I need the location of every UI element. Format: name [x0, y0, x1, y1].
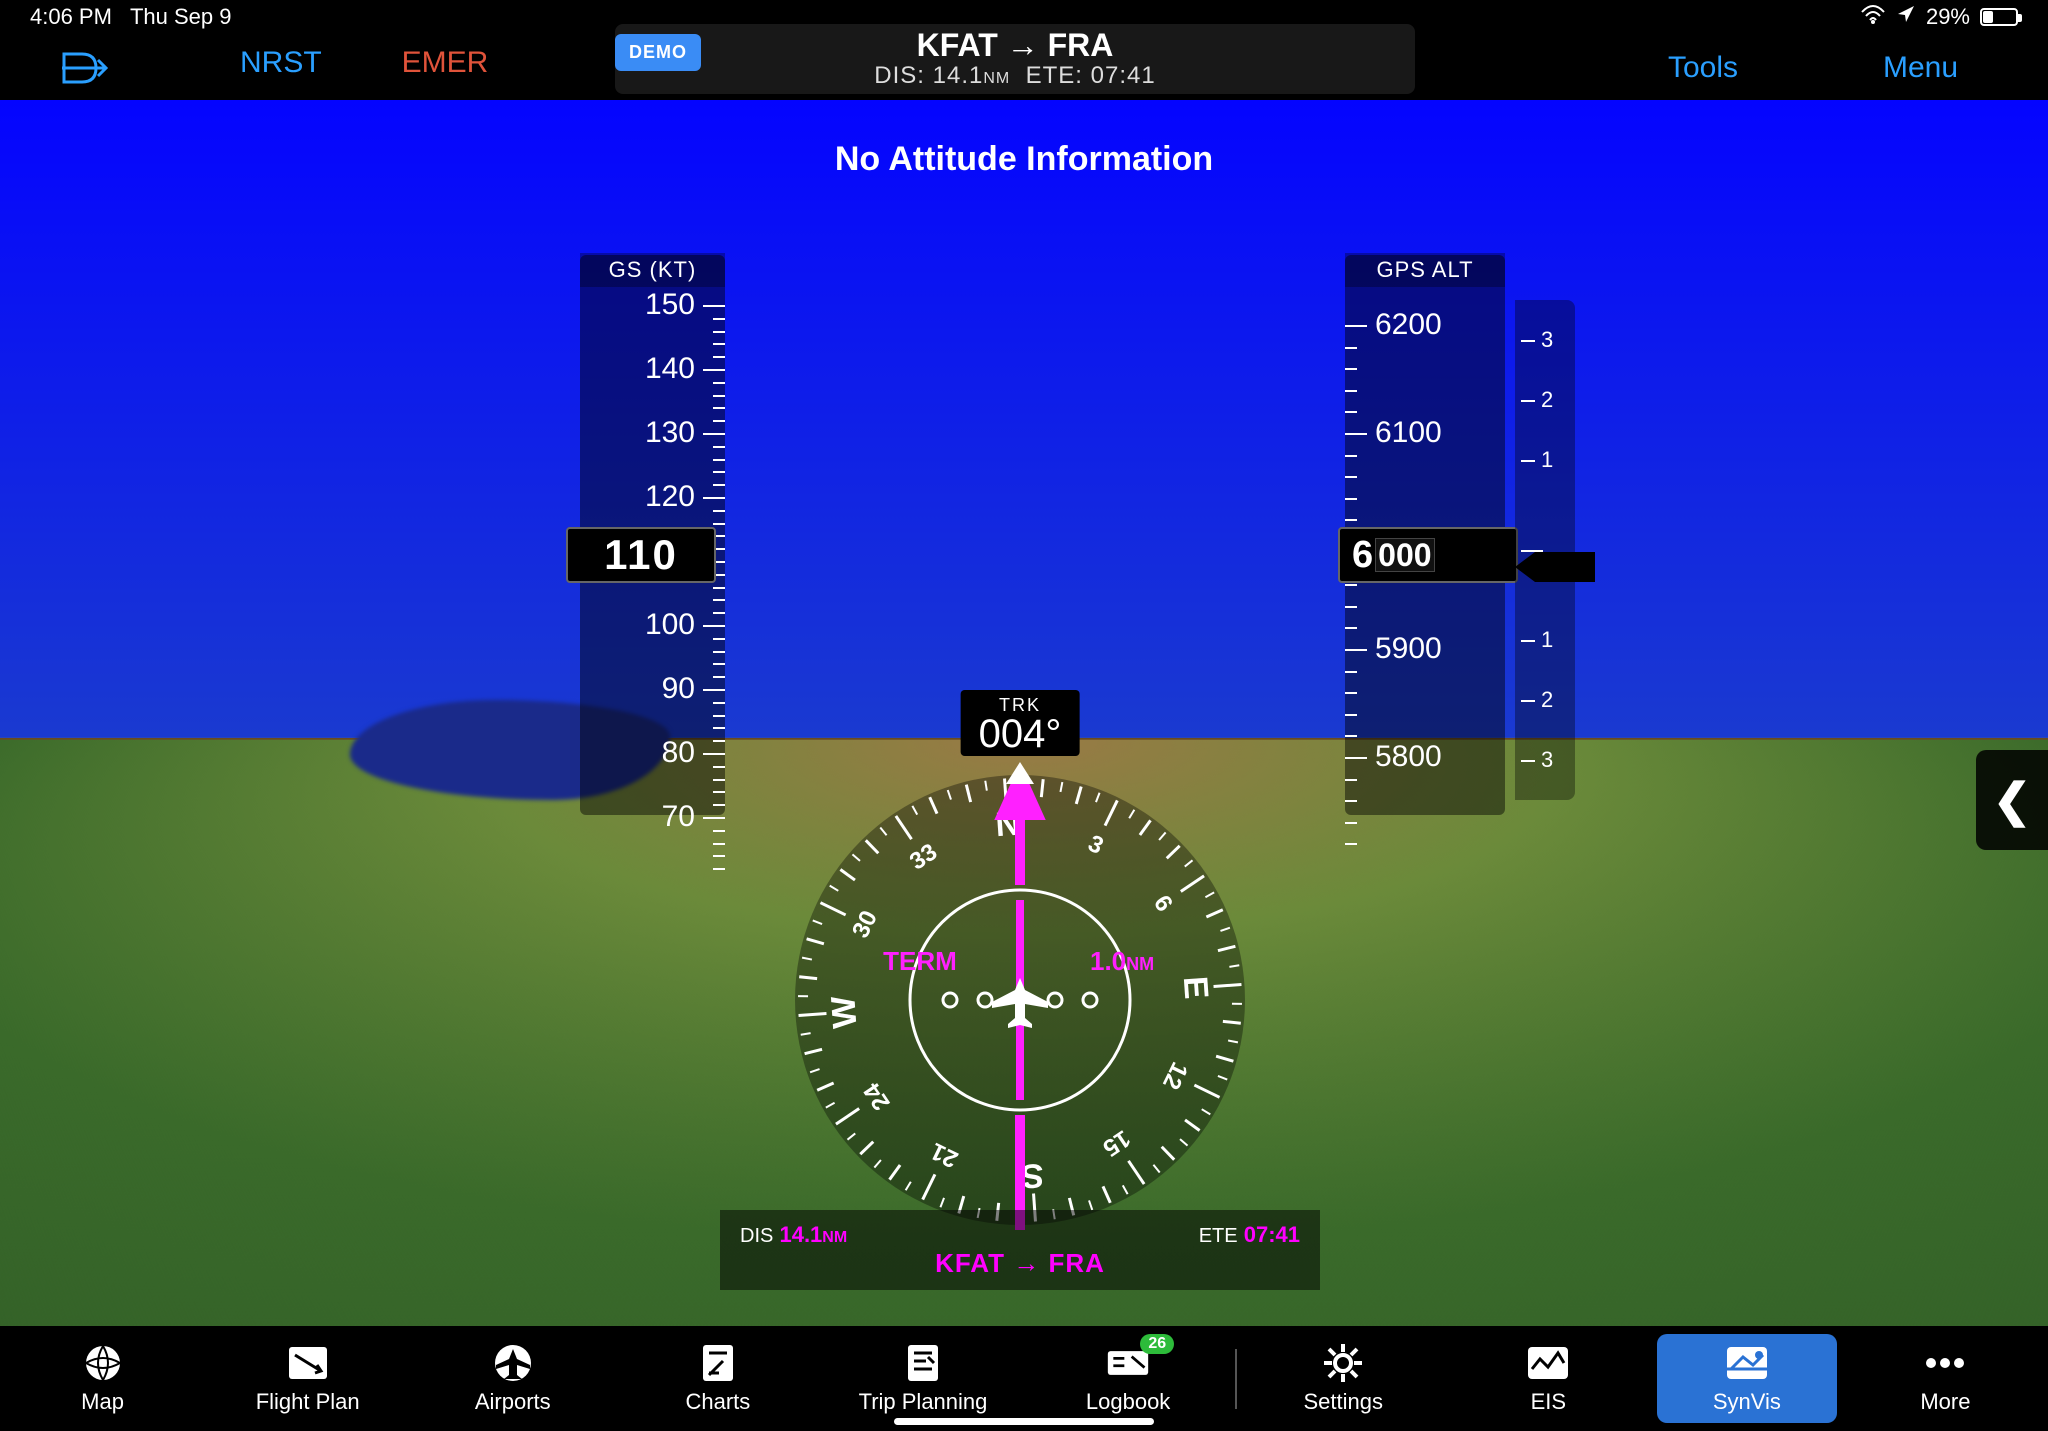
tab-airports[interactable]: Airports: [410, 1326, 615, 1431]
tools-button[interactable]: Tools: [1658, 45, 1748, 91]
eis-icon: [1526, 1343, 1570, 1383]
altitude-readout: 6000: [1338, 527, 1518, 583]
direct-to-icon[interactable]: [60, 50, 110, 86]
status-time: 4:06 PM: [30, 4, 112, 30]
chevron-left-icon: ❮: [1993, 773, 2032, 827]
charts-icon: [696, 1343, 740, 1383]
tab-eis[interactable]: EIS: [1446, 1326, 1651, 1431]
emer-button[interactable]: EMER: [392, 40, 499, 86]
synvis-view[interactable]: No Attitude Information GS (KT) 15014013…: [0, 100, 2048, 1326]
status-date: Thu Sep 9: [130, 4, 232, 30]
tab-settings[interactable]: Settings: [1241, 1326, 1446, 1431]
demo-badge: DEMO: [615, 34, 701, 71]
tab-more[interactable]: More: [1843, 1326, 2048, 1431]
tab-flight-plan[interactable]: Flight Plan: [205, 1326, 410, 1431]
tab-divider: [1235, 1349, 1237, 1409]
home-indicator[interactable]: [894, 1418, 1154, 1425]
gear-icon: [1321, 1343, 1365, 1383]
ios-status-bar: 4:06 PM Thu Sep 9 29%: [0, 0, 2048, 34]
route-box[interactable]: KFAT → FRA DIS: 14.1NM ETE: 07:41: [615, 24, 1415, 94]
wifi-icon: [1860, 4, 1886, 30]
tab-map[interactable]: Map: [0, 1326, 205, 1431]
hsi-info-bar: DIS 14.1NM ETE 07:41 KFAT → FRA: [720, 1210, 1320, 1290]
svg-text:TERM: TERM: [883, 946, 957, 976]
svg-text:E: E: [1176, 975, 1215, 1000]
more-icon: [1923, 1343, 1967, 1383]
synvis-icon: [1725, 1343, 1769, 1383]
battery-percent: 29%: [1926, 4, 1970, 30]
tab-charts[interactable]: Charts: [615, 1326, 820, 1431]
svg-text:W: W: [824, 994, 864, 1030]
battery-icon: [1980, 8, 2018, 26]
trip-icon: [901, 1343, 945, 1383]
hsi-compass[interactable]: TRK 004° N36E1215S2124W3033 TERM 1.: [720, 690, 1320, 1290]
side-panel-toggle[interactable]: ❮: [1976, 750, 2048, 850]
hsi-rose: N36E1215S2124W3033 TERM 1.0NM: [780, 760, 1260, 1240]
track-readout: TRK 004°: [961, 690, 1080, 756]
tab-trip-planning[interactable]: Trip Planning: [820, 1326, 1025, 1431]
no-attitude-warning: No Attitude Information: [0, 140, 2048, 179]
location-icon: [1896, 4, 1916, 30]
globe-icon: [81, 1343, 125, 1383]
menu-button[interactable]: Menu: [1873, 45, 1968, 91]
altitude-bug-icon: [1515, 552, 1595, 582]
vsi-tape: 321123: [1515, 300, 1575, 800]
speed-tape-header: GS (KT): [580, 253, 725, 287]
altitude-tape-header: GPS ALT: [1345, 253, 1505, 287]
tab-logbook[interactable]: Logbook 26: [1026, 1326, 1231, 1431]
airport-icon: [491, 1343, 535, 1383]
logbook-badge: 26: [1140, 1334, 1174, 1354]
nrst-button[interactable]: NRST: [230, 40, 332, 86]
tab-synvis[interactable]: SynVis: [1657, 1334, 1837, 1423]
flight-plan-icon: [286, 1343, 330, 1383]
bottom-tab-bar: Map Flight Plan Airports Charts Trip Pla…: [0, 1326, 2048, 1431]
speed-readout: 110: [566, 527, 716, 583]
hsi-route: KFAT → FRA: [935, 1248, 1105, 1279]
route-sub: DIS: 14.1NM ETE: 07:41: [874, 63, 1155, 89]
